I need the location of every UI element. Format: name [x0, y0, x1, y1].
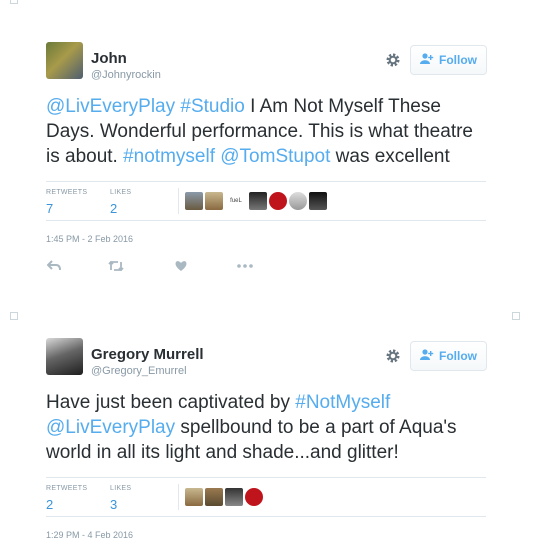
tweet-timestamp[interactable]: 1:29 PM - 4 Feb 2016: [46, 530, 486, 540]
likes-label: LIKES: [110, 485, 132, 492]
gear-icon[interactable]: [383, 50, 403, 70]
retweets-count: 2: [46, 497, 54, 512]
liker-avatar[interactable]: [205, 488, 223, 506]
tweet-text-link[interactable]: @TomStupot: [220, 146, 330, 167]
liker-avatars: fueL: [185, 192, 327, 210]
follow-button[interactable]: Follow: [410, 341, 487, 371]
liker-avatar[interactable]: [249, 192, 267, 210]
tweet-header: Gregory Murrell @Gregory_Emurrel Follow: [46, 338, 487, 382]
corner-mark: [10, 0, 18, 4]
user-name[interactable]: Gregory Murrell: [91, 346, 204, 363]
tweet-actions: [46, 258, 486, 278]
heart-icon[interactable]: [173, 258, 189, 274]
tweet-card: John @Johnyrockin Follow @LivEveryPlay #…: [46, 42, 487, 278]
reply-icon[interactable]: [46, 258, 62, 274]
tweet-text-link[interactable]: @LivEveryPlay: [46, 417, 175, 438]
user-handle[interactable]: @Johnyrockin: [91, 69, 161, 81]
liker-avatar[interactable]: [269, 192, 287, 210]
liker-avatar[interactable]: [309, 192, 327, 210]
tweet-text-link[interactable]: #Studio: [180, 96, 244, 117]
retweets-stat[interactable]: RETWEETS 7: [46, 189, 87, 216]
user-handle[interactable]: @Gregory_Emurrel: [91, 365, 187, 377]
corner-mark: [10, 312, 18, 320]
likes-stat[interactable]: LIKES 3: [110, 485, 131, 512]
liker-avatar[interactable]: fueL: [225, 192, 247, 210]
follow-label: Follow: [439, 349, 477, 363]
tweet-header: John @Johnyrockin Follow: [46, 42, 487, 86]
avatar[interactable]: [46, 338, 83, 375]
retweets-stat[interactable]: RETWEETS 2: [46, 485, 87, 512]
stats-divider: [178, 188, 179, 214]
avatar[interactable]: [46, 42, 83, 79]
likes-count: 2: [110, 201, 118, 216]
liker-avatar[interactable]: [185, 192, 203, 210]
retweet-icon[interactable]: [108, 258, 124, 274]
follow-label: Follow: [439, 53, 477, 67]
tweet-card: Gregory Murrell @Gregory_Emurrel Follow …: [46, 338, 487, 540]
gear-icon[interactable]: [383, 346, 403, 366]
likes-count: 3: [110, 497, 118, 512]
liker-avatar[interactable]: [289, 192, 307, 210]
liker-avatar[interactable]: [205, 192, 223, 210]
tweet-text-segment: was excellent: [330, 146, 450, 167]
liker-avatar[interactable]: [225, 488, 243, 506]
tweet-stats: RETWEETS 7 LIKES 2 fueL: [46, 181, 486, 221]
tweet-text-link[interactable]: #NotMyself: [295, 392, 390, 413]
follow-button[interactable]: Follow: [410, 45, 487, 75]
retweets-label: RETWEETS: [46, 485, 88, 492]
likes-stat[interactable]: LIKES 2: [110, 189, 131, 216]
stats-divider: [178, 484, 179, 510]
tweet-text-segment: Have just been captivated by: [46, 392, 296, 413]
liker-avatar-text: fueL: [230, 198, 242, 204]
more-icon[interactable]: [235, 258, 255, 274]
add-user-icon: [420, 349, 434, 363]
tweet-text: Have just been captivated by #NotMyself …: [46, 390, 486, 465]
retweets-count: 7: [46, 201, 54, 216]
tweet-stats: RETWEETS 2 LIKES 3: [46, 477, 486, 517]
tweet-text: @LivEveryPlay #Studio I Am Not Myself Th…: [46, 94, 486, 169]
tweet-timestamp[interactable]: 1:45 PM - 2 Feb 2016: [46, 234, 486, 244]
liker-avatar[interactable]: [185, 488, 203, 506]
retweets-label: RETWEETS: [46, 189, 88, 196]
tweet-text-link[interactable]: @LivEveryPlay: [46, 96, 175, 117]
add-user-icon: [420, 53, 434, 67]
liker-avatars: [185, 488, 263, 506]
liker-avatar[interactable]: [245, 488, 263, 506]
tweet-text-link[interactable]: #notmyself: [123, 146, 215, 167]
corner-mark: [512, 312, 520, 320]
likes-label: LIKES: [110, 189, 132, 196]
user-name[interactable]: John: [91, 50, 127, 67]
